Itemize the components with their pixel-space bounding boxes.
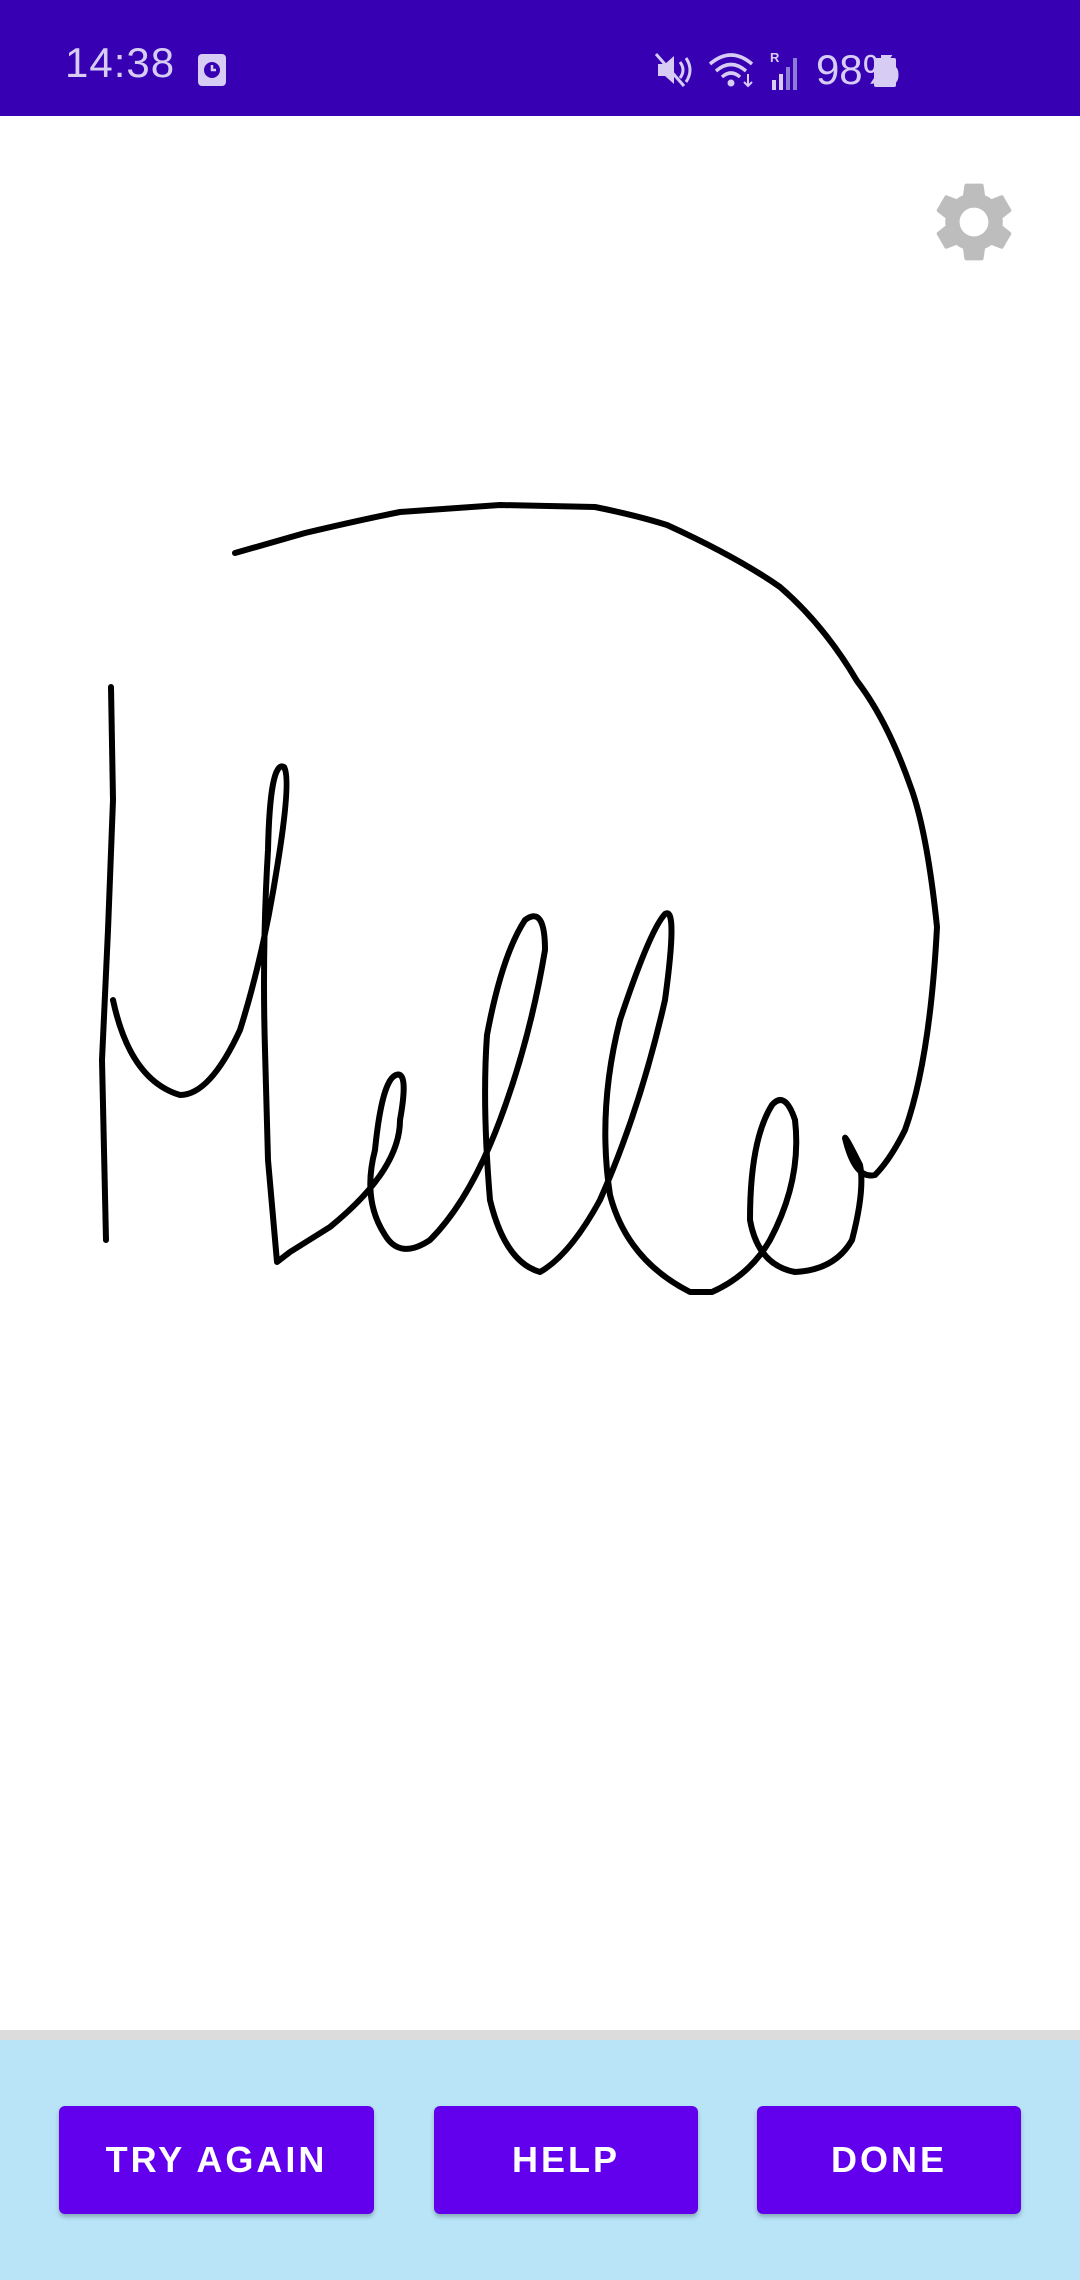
calendar-icon: [198, 54, 226, 86]
svg-text:R: R: [770, 50, 780, 65]
wifi-icon: [708, 53, 754, 88]
handwriting-ink: [99, 502, 940, 1295]
divider: [0, 2030, 1080, 2040]
try-again-button[interactable]: TRY AGAIN: [59, 2106, 374, 2214]
signal-icon: R: [770, 50, 797, 90]
settings-button[interactable]: [922, 170, 1026, 274]
help-button[interactable]: HELP: [434, 2106, 698, 2214]
battery-icon: [874, 55, 896, 87]
status-bar: 14:38 R 98%: [0, 0, 1080, 116]
done-button[interactable]: DONE: [757, 2106, 1021, 2214]
status-time: 14:38: [65, 39, 176, 86]
mute-icon: [654, 53, 692, 87]
status-icons: R 98%: [654, 48, 900, 92]
gear-icon: [936, 183, 1012, 261]
